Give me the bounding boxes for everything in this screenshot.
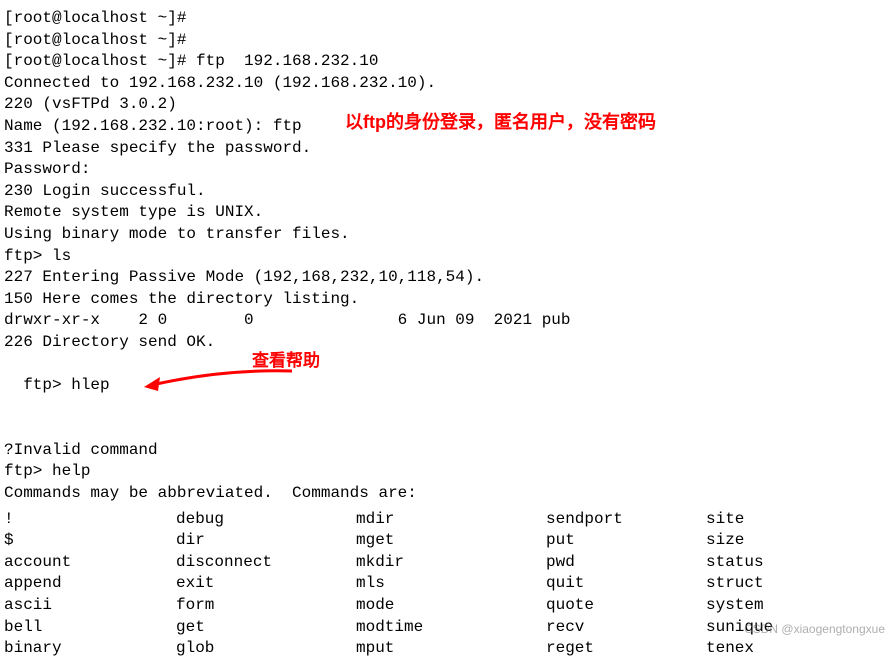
cmd-cell: ! [4,509,176,531]
commands-table: !debugmdirsendportsite $dirmgetputsize a… [4,509,891,660]
cmd-cell: system [706,595,826,617]
cmd-cell: modtime [356,617,546,639]
cmd-cell: mls [356,573,546,595]
terminal-line: drwxr-xr-x 2 0 0 6 Jun 09 2021 pub [4,310,891,332]
cmd-cell: exit [176,573,356,595]
terminal-line: ftp> ls [4,246,891,268]
cmd-cell: $ [4,530,176,552]
cmd-cell: get [176,617,356,639]
cmd-cell: pwd [546,552,706,574]
cmd-cell: disconnect [176,552,356,574]
cmd-cell: recv [546,617,706,639]
hlep-text: ftp> hlep [23,376,109,394]
table-row: appendexitmlsquitstruct [4,573,891,595]
cmd-cell: account [4,552,176,574]
terminal-line: 230 Login successful. [4,181,891,203]
terminal-line: 150 Here comes the directory listing. [4,289,891,311]
cmd-cell: status [706,552,826,574]
cmd-cell: size [706,530,826,552]
cmd-cell: dir [176,530,356,552]
cmd-cell: ascii [4,595,176,617]
cmd-cell: quit [546,573,706,595]
terminal-line: Remote system type is UNIX. [4,202,891,224]
cmd-cell: mkdir [356,552,546,574]
terminal-line: [root@localhost ~]# [4,8,891,30]
cmd-cell: mget [356,530,546,552]
watermark: CSDN @xiaogengtongxue [744,621,885,637]
cmd-cell: glob [176,638,356,660]
cmd-cell: quote [546,595,706,617]
cmd-cell: tenex [706,638,826,660]
cmd-cell: bell [4,617,176,639]
cmd-cell: mput [356,638,546,660]
terminal-line: [root@localhost ~]# ftp 192.168.232.10 [4,51,891,73]
terminal-line: Commands may be abbreviated. Commands ar… [4,483,891,505]
terminal-line: ?Invalid command [4,440,891,462]
terminal-line-hlep: ftp> hlep 查看帮助 [4,354,891,440]
cmd-cell: site [706,509,826,531]
table-row: accountdisconnectmkdirpwdstatus [4,552,891,574]
table-row: !debugmdirsendportsite [4,509,891,531]
terminal-line: 331 Please specify the password. [4,138,891,160]
terminal-line: 227 Entering Passive Mode (192,168,232,1… [4,267,891,289]
cmd-cell: struct [706,573,826,595]
annotation-help: 查看帮助 [252,350,320,373]
cmd-cell: mdir [356,509,546,531]
terminal-line: 226 Directory send OK. [4,332,891,354]
cmd-cell: sendport [546,509,706,531]
table-row: asciiformmodequotesystem [4,595,891,617]
cmd-cell: debug [176,509,356,531]
cmd-cell: append [4,573,176,595]
table-row: $dirmgetputsize [4,530,891,552]
cmd-cell: form [176,595,356,617]
cmd-cell: mode [356,595,546,617]
table-row: binaryglobmputregettenex [4,638,891,660]
cmd-cell: binary [4,638,176,660]
terminal-line: [root@localhost ~]# [4,30,891,52]
terminal-line: Using binary mode to transfer files. [4,224,891,246]
terminal-line: ftp> help [4,461,891,483]
cmd-cell: put [546,530,706,552]
terminal-line: Connected to 192.168.232.10 (192.168.232… [4,73,891,95]
terminal-line: Password: [4,159,891,181]
cmd-cell: reget [546,638,706,660]
annotation-login: 以ftp的身份登录，匿名用户，没有密码 [345,110,656,134]
